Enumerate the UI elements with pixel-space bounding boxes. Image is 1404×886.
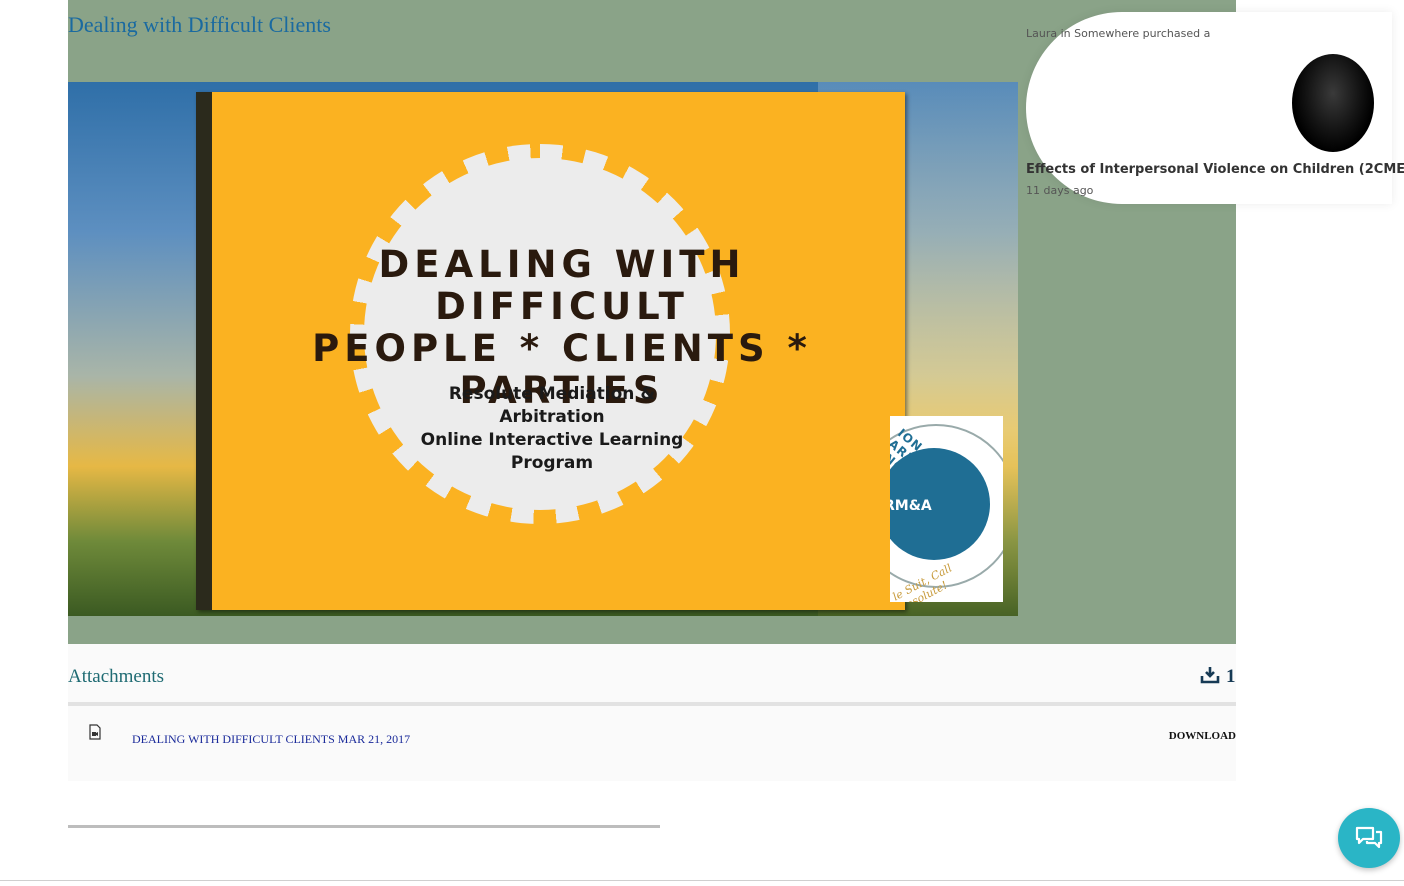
download-icon	[1200, 667, 1220, 684]
lesson-video[interactable]: DEALING WITH DIFFICULT PEOPLE * CLIENTS …	[68, 82, 1018, 616]
page-bottom-edge	[0, 880, 1404, 881]
logo-monogram: RM&A	[890, 498, 932, 514]
chat-button[interactable]	[1338, 808, 1400, 868]
video-file-icon	[89, 724, 101, 740]
notification-product-image	[1292, 54, 1374, 152]
attachments-title: Attachments	[68, 666, 165, 687]
attachment-download-button[interactable]: DOWNLOAD	[1169, 730, 1236, 742]
slide-subtitle: Resolute Mediation & Arbitration Online …	[420, 384, 684, 473]
attachments-section	[68, 644, 1236, 781]
notification-product[interactable]: Effects of Interpersonal Violence on Chi…	[1026, 162, 1404, 177]
lesson-title[interactable]: Dealing with Difficult Clients	[68, 12, 331, 38]
company-logo: ION & ARBITRATION, INC. RM&A le Suit, Ca…	[890, 416, 1003, 602]
section-divider	[68, 825, 660, 828]
attachments-divider	[68, 702, 1236, 706]
attachment-file-link[interactable]: DEALING WITH DIFFICULT CLIENTS MAR 21, 2…	[132, 732, 410, 747]
notification-time: 11 days ago	[1026, 184, 1094, 197]
attachments-count: 1	[1200, 666, 1236, 688]
chat-bubbles-icon	[1355, 826, 1383, 849]
attachments-count-value: 1	[1226, 666, 1236, 687]
video-slide: DEALING WITH DIFFICULT PEOPLE * CLIENTS …	[196, 92, 905, 610]
notification-message: Laura in Somewhere purchased a	[1026, 27, 1211, 40]
